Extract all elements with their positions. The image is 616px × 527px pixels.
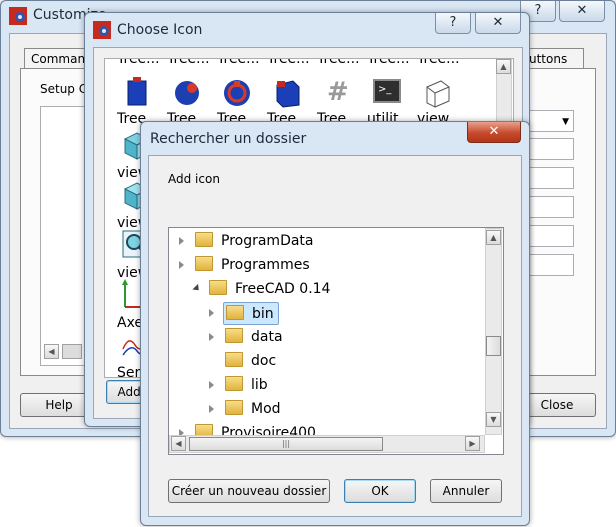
list-scroll-left-icon[interactable]: ◀ — [44, 344, 59, 359]
tree-item[interactable]: Programmes — [169, 254, 485, 276]
blue-cube-icon — [127, 77, 147, 106]
folder-icon — [225, 352, 243, 367]
folder-icon — [225, 376, 243, 391]
tree-item-label: ProgramData — [193, 230, 318, 252]
field-5[interactable] — [526, 254, 574, 276]
folder-icon — [195, 232, 213, 247]
command-list[interactable] — [40, 106, 90, 366]
icon-label: Tree... — [367, 58, 410, 67]
tree-item[interactable]: ProgramData — [169, 230, 485, 252]
folder-name: FreeCAD 0.14 — [235, 281, 331, 297]
icon-label: Tree... — [267, 58, 310, 67]
red-ball-icon — [175, 81, 199, 105]
browse-title: Rechercher un dossier — [150, 131, 307, 147]
folder-icon — [209, 280, 227, 295]
recompute-icon — [224, 80, 250, 106]
blue-box-icon — [276, 80, 300, 108]
folder-icon — [225, 328, 243, 343]
tree-item[interactable]: doc — [169, 350, 485, 372]
expand-arrow-icon[interactable] — [209, 381, 214, 389]
browse-folder-dialog: Rechercher un dossier ✕ Add icon Program… — [140, 121, 530, 526]
freecad-logo-icon — [93, 21, 111, 39]
folder-icon — [225, 400, 243, 415]
setup-group-label: Setup C — [40, 82, 88, 96]
freecad-logo-icon — [9, 7, 27, 25]
scroll-down-icon[interactable]: ▼ — [486, 412, 501, 427]
folder-name: Programmes — [221, 257, 310, 273]
tree-item[interactable]: data — [169, 326, 485, 348]
tree-item-label: doc — [223, 350, 280, 372]
icon-label: Tree... — [317, 58, 360, 67]
folder-name: doc — [251, 353, 277, 369]
tree-item-label: Mod — [223, 398, 285, 420]
tree-vertical-scrollbar[interactable] — [485, 228, 502, 435]
collapse-arrow-icon[interactable] — [192, 283, 202, 294]
choose-icon-help-button[interactable]: ? — [435, 13, 471, 34]
expand-arrow-icon[interactable] — [209, 405, 214, 413]
tree-item-label: bin — [223, 302, 279, 325]
wireframe-cube-icon — [426, 80, 450, 108]
tree-item[interactable]: bin — [169, 302, 485, 325]
field-2[interactable] — [526, 167, 574, 189]
choose-icon-title: Choose Icon — [117, 22, 203, 38]
tree-item[interactable]: Mod — [169, 398, 485, 420]
icon-label: Tree... — [217, 58, 260, 67]
folder-icon — [226, 305, 244, 320]
tree-item-label: data — [223, 326, 287, 348]
hash-icon: # — [327, 77, 349, 107]
folder-icon — [195, 256, 213, 271]
expand-arrow-icon[interactable] — [179, 237, 184, 245]
folder-name: data — [251, 329, 283, 345]
browse-client-area: Add icon ProgramData Programmes FreeCAD 0.… — [148, 155, 522, 517]
list-scroll-thumb[interactable] — [62, 344, 82, 359]
ok-button[interactable]: OK — [344, 479, 416, 503]
tree-item[interactable]: lib — [169, 374, 485, 396]
expand-arrow-icon[interactable] — [209, 333, 214, 341]
cancel-button[interactable]: Annuler — [430, 479, 502, 503]
tab-buttons[interactable]: uttons — [522, 48, 584, 68]
new-folder-button[interactable]: Créer un nouveau dossier — [168, 479, 330, 503]
folder-name: Mod — [251, 401, 281, 417]
icon-cut-row: Tree... Tree... Tree... Tree... Tree... … — [105, 58, 505, 67]
customize-close-button[interactable]: ✕ — [559, 1, 605, 22]
tree-vertical-thumb[interactable] — [486, 336, 501, 356]
expand-arrow-icon[interactable] — [179, 261, 184, 269]
field-1[interactable] — [526, 138, 574, 160]
field-3[interactable] — [526, 196, 574, 218]
folder-tree[interactable]: ProgramData Programmes FreeCAD 0.14 bin data… — [168, 227, 504, 455]
chevron-down-icon: ▼ — [562, 117, 569, 127]
macro-select[interactable]: ▼ — [526, 110, 574, 132]
folder-name: ProgramData — [221, 233, 314, 249]
tree-item-label: Programmes — [193, 254, 314, 276]
tree-horizontal-thumb[interactable]: ||| — [189, 437, 383, 451]
scroll-left-icon[interactable]: ◀ — [171, 436, 186, 451]
tree-item-label: FreeCAD 0.14 — [207, 278, 334, 300]
scroll-up-icon[interactable]: ▲ — [486, 230, 501, 245]
field-4[interactable] — [526, 225, 574, 247]
icon-label: Tree... — [167, 58, 210, 67]
tree-item[interactable]: FreeCAD 0.14 — [169, 278, 485, 300]
browse-close-button[interactable]: ✕ — [467, 122, 521, 143]
icon-label: Tree... — [117, 58, 160, 67]
terminal-icon: >_ — [373, 79, 401, 103]
scroll-right-icon[interactable]: ▶ — [465, 436, 480, 451]
folder-name: bin — [252, 306, 274, 322]
expand-arrow-icon[interactable] — [209, 309, 214, 317]
scroll-up-icon[interactable]: ▲ — [496, 59, 511, 74]
icon-label: Tree... — [417, 58, 460, 67]
tree-item-label: lib — [223, 374, 272, 396]
choose-icon-close-button[interactable]: ✕ — [475, 13, 521, 34]
browse-instruction: Add icon — [168, 172, 220, 186]
folder-name: lib — [251, 377, 268, 393]
